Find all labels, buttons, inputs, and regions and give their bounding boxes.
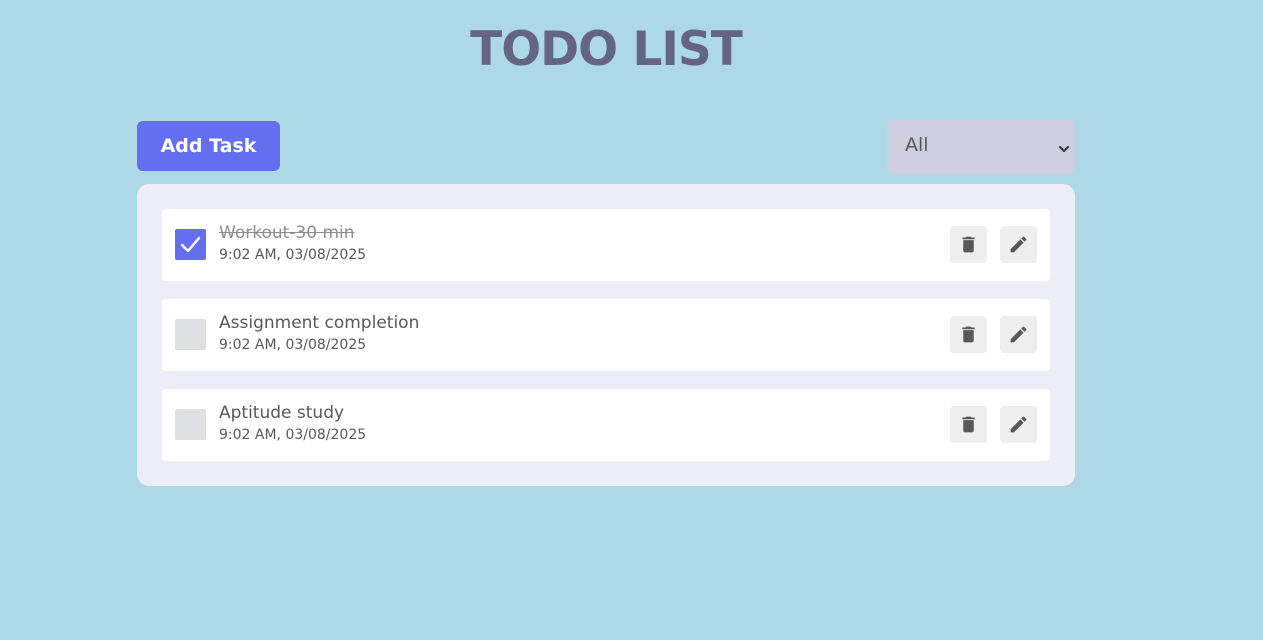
todo-list-panel: Workout-30 min 9:02 AM, 03/08/2025 Assig…: [137, 184, 1075, 486]
page-title: TODO LIST: [470, 22, 743, 77]
edit-button[interactable]: [1000, 316, 1037, 353]
delete-button[interactable]: [950, 316, 987, 353]
checkmark-icon: [180, 236, 201, 253]
todo-title: Assignment completion: [219, 313, 420, 333]
todo-item: Workout-30 min 9:02 AM, 03/08/2025: [162, 209, 1050, 281]
todo-timestamp: 9:02 AM, 03/08/2025: [219, 337, 367, 353]
chevron-down-icon: [1057, 139, 1071, 161]
pencil-icon: [1010, 236, 1027, 253]
trash-icon: [962, 416, 975, 433]
filter-selected-value: All: [905, 134, 929, 156]
pencil-icon: [1010, 416, 1027, 433]
trash-icon: [962, 236, 975, 253]
filter-select[interactable]: All: [887, 120, 1075, 174]
edit-button[interactable]: [1000, 226, 1037, 263]
todo-timestamp: 9:02 AM, 03/08/2025: [219, 427, 367, 443]
pencil-icon: [1010, 326, 1027, 343]
delete-button[interactable]: [950, 406, 987, 443]
todo-title: Aptitude study: [219, 403, 345, 423]
todo-text: Aptitude study 9:02 AM, 03/08/2025: [219, 402, 366, 446]
todo-checkbox-checked[interactable]: [175, 229, 206, 260]
todo-checkbox[interactable]: [175, 319, 206, 350]
todo-checkbox[interactable]: [175, 409, 206, 440]
todo-text: Workout-30 min 9:02 AM, 03/08/2025: [219, 222, 366, 266]
todo-text: Assignment completion 9:02 AM, 03/08/202…: [219, 312, 419, 356]
todo-title: Workout-30 min: [219, 223, 355, 243]
trash-icon: [962, 326, 975, 343]
todo-item: Aptitude study 9:02 AM, 03/08/2025: [162, 389, 1050, 461]
todo-item: Assignment completion 9:02 AM, 03/08/202…: [162, 299, 1050, 371]
edit-button[interactable]: [1000, 406, 1037, 443]
todo-timestamp: 9:02 AM, 03/08/2025: [219, 247, 367, 263]
delete-button[interactable]: [950, 226, 987, 263]
add-task-button[interactable]: Add Task: [137, 121, 280, 171]
